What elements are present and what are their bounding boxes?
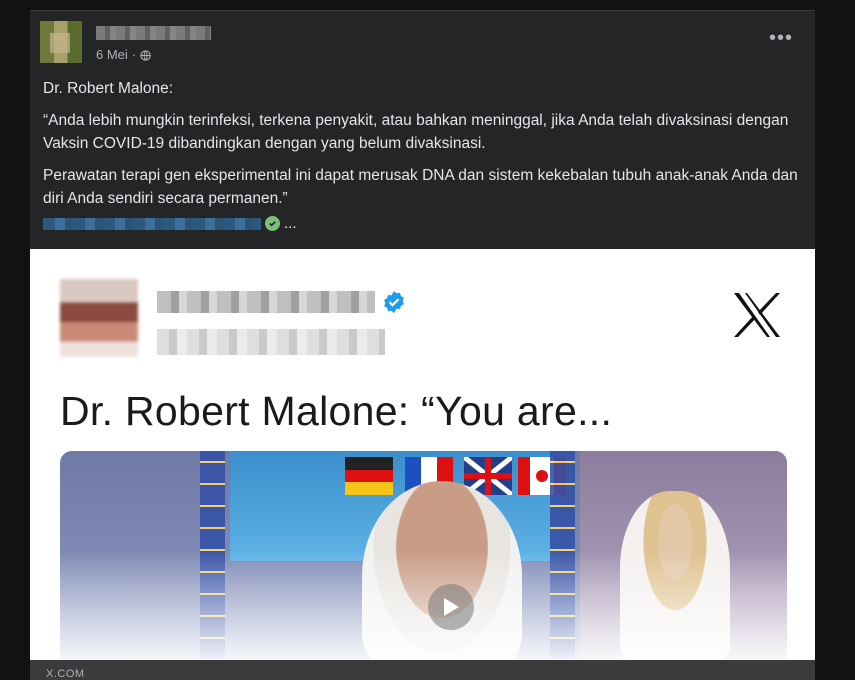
thumbnail-fade bbox=[60, 550, 787, 660]
post-date[interactable]: 6 Mei bbox=[96, 47, 128, 62]
x-logo-icon bbox=[730, 291, 784, 339]
blurred-link-row[interactable]: ... bbox=[43, 215, 297, 232]
flag-icon bbox=[345, 457, 393, 495]
tweet-author-name-blurred bbox=[157, 291, 375, 313]
video-thumbnail[interactable] bbox=[60, 451, 787, 660]
verified-badge-icon bbox=[382, 290, 406, 314]
globe-icon[interactable] bbox=[140, 49, 151, 61]
author-name-blurred[interactable] bbox=[96, 26, 211, 40]
post-paragraph: Perawatan terapi gen eksperimental ini d… bbox=[43, 167, 798, 207]
see-more-ellipsis[interactable]: ... bbox=[284, 215, 297, 232]
tweet-author-handle-blurred bbox=[157, 329, 385, 355]
play-icon[interactable] bbox=[428, 584, 474, 630]
post-text: Dr. Robert Malone: “Anda lebih mungkin t… bbox=[43, 77, 803, 219]
tweet-author-avatar bbox=[60, 279, 138, 357]
link-preview-card[interactable]: Dr. Robert Malone: “You are... bbox=[30, 249, 815, 660]
facebook-post: 6 Mei · ••• Dr. Robert Malone: “Anda leb… bbox=[30, 10, 815, 680]
post-paragraph: Dr. Robert Malone: bbox=[43, 80, 174, 97]
post-meta: 6 Mei · bbox=[96, 47, 151, 62]
more-options-icon[interactable]: ••• bbox=[769, 28, 793, 48]
verified-check-icon bbox=[265, 216, 280, 231]
link-domain: X.COM bbox=[30, 660, 815, 680]
blurred-link[interactable] bbox=[43, 217, 261, 230]
tweet-title: Dr. Robert Malone: “You are... bbox=[60, 388, 613, 434]
post-paragraph: “Anda lebih mungkin terinfeksi, terkena … bbox=[43, 112, 789, 152]
author-avatar[interactable] bbox=[40, 21, 82, 63]
meta-separator: · bbox=[131, 47, 137, 62]
